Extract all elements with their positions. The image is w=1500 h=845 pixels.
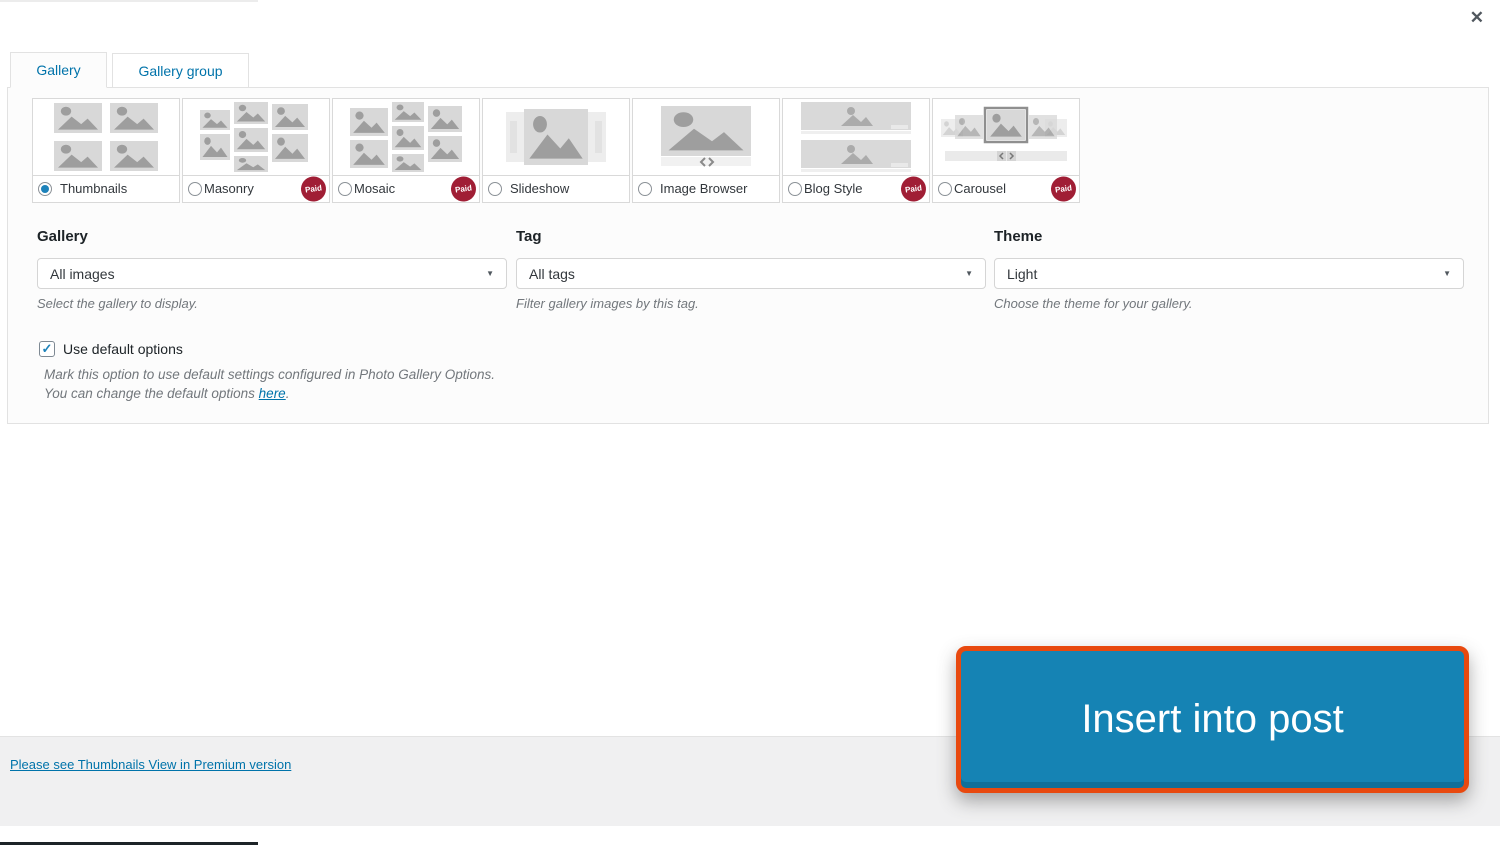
mosaic-preview-icon — [333, 99, 479, 175]
description-prefix: You can change the default options — [44, 386, 259, 401]
paid-badge: Paid — [449, 174, 478, 203]
paid-badge: Paid — [299, 174, 328, 203]
gallery-select-value: All images — [50, 265, 115, 282]
gallery-type-row: Carousel Paid — [933, 174, 1079, 203]
gallery-type-label: Carousel — [954, 181, 1007, 196]
carousel-radio[interactable] — [938, 181, 952, 196]
mosaic-radio[interactable] — [338, 181, 352, 196]
tab-gallery[interactable]: Gallery — [10, 52, 107, 88]
gallery-type-label: Thumbnails — [60, 181, 128, 196]
chevron-down-icon: ▼ — [486, 269, 494, 278]
gallery-type-row: Mosaic Paid — [333, 174, 479, 203]
gallery-type-card-image-browser[interactable]: Image Browser — [632, 98, 780, 203]
gallery-type-row: Slideshow — [483, 175, 629, 201]
gallery-type-row: Image Browser — [633, 175, 779, 201]
tag-select-value: All tags — [529, 265, 575, 282]
thumbnails-radio[interactable] — [38, 181, 52, 196]
theme-select-value: Light — [1007, 265, 1038, 282]
gallery-type-list: Thumbnails Masonry Paid Mosaic Paid Slid… — [32, 98, 1080, 203]
thumbnails-preview-icon — [33, 99, 179, 175]
theme-select-help: Choose the theme for your gallery. — [994, 296, 1193, 311]
tab-bar: Gallery Gallery group — [10, 52, 249, 88]
description-suffix: . — [285, 386, 290, 401]
default-options-description-2: You can change the default options here. — [44, 384, 495, 403]
tab-gallery-group[interactable]: Gallery group — [112, 53, 249, 88]
default-options-description: Mark this option to use default settings… — [44, 367, 495, 382]
theme-select[interactable]: Light ▼ — [994, 258, 1464, 289]
gallery-type-label: Mosaic — [354, 181, 396, 196]
premium-version-link[interactable]: Please see Thumbnails View in Premium ve… — [10, 757, 291, 772]
paid-badge: Paid — [1049, 174, 1078, 203]
gallery-type-card-slideshow[interactable]: Slideshow — [482, 98, 630, 203]
slideshow-preview-icon — [483, 99, 629, 175]
gallery-type-card-masonry[interactable]: Masonry Paid — [182, 98, 330, 203]
theme-select-label: Theme — [994, 228, 1043, 245]
gallery-type-label: Masonry — [204, 181, 254, 196]
gallery-type-card-mosaic[interactable]: Mosaic Paid — [332, 98, 480, 203]
image-browser-radio[interactable] — [638, 181, 652, 196]
tag-select-label: Tag — [516, 228, 542, 245]
gallery-type-card-carousel[interactable]: Carousel Paid — [932, 98, 1080, 203]
window-edge-top — [0, 0, 258, 2]
tag-select[interactable]: All tags ▼ — [516, 258, 986, 289]
tag-select-help: Filter gallery images by this tag. — [516, 296, 699, 311]
use-default-options-label: Use default options — [63, 341, 183, 357]
gallery-insert-panel: Thumbnails Masonry Paid Mosaic Paid Slid… — [7, 87, 1489, 424]
gallery-type-label: Image Browser — [660, 181, 748, 196]
gallery-type-row: Masonry Paid — [183, 174, 329, 203]
paid-badge: Paid — [899, 174, 928, 203]
gallery-type-label: Blog Style — [804, 181, 863, 196]
gallery-select-help: Select the gallery to display. — [37, 296, 198, 311]
use-default-options-checkbox[interactable]: ✓ — [39, 341, 55, 357]
gallery-select-label: Gallery — [37, 228, 88, 245]
image-browser-preview-icon — [633, 99, 779, 175]
slideshow-radio[interactable] — [488, 181, 502, 196]
insert-into-post-label: Insert into post — [1081, 697, 1344, 741]
chevron-down-icon: ▼ — [1443, 269, 1451, 278]
insert-into-post-button[interactable]: Insert into post — [956, 646, 1469, 793]
here-link[interactable]: here — [259, 386, 286, 401]
masonry-preview-icon — [183, 99, 329, 175]
masonry-radio[interactable] — [188, 181, 202, 196]
blog-style-preview-icon — [783, 99, 929, 175]
gallery-type-row: Blog Style Paid — [783, 174, 929, 203]
gallery-type-card-blog-style[interactable]: Blog Style Paid — [782, 98, 930, 203]
gallery-type-card-thumbnails[interactable]: Thumbnails — [32, 98, 180, 203]
gallery-type-row: Thumbnails — [33, 175, 179, 201]
blog-style-radio[interactable] — [788, 181, 802, 196]
close-icon[interactable]: ✕ — [1470, 9, 1484, 26]
chevron-down-icon: ▼ — [965, 269, 973, 278]
gallery-type-label: Slideshow — [510, 181, 570, 196]
default-options-section: ✓ Use default options Mark this option t… — [39, 341, 495, 403]
gallery-select[interactable]: All images ▼ — [37, 258, 507, 289]
carousel-preview-icon — [933, 99, 1079, 175]
